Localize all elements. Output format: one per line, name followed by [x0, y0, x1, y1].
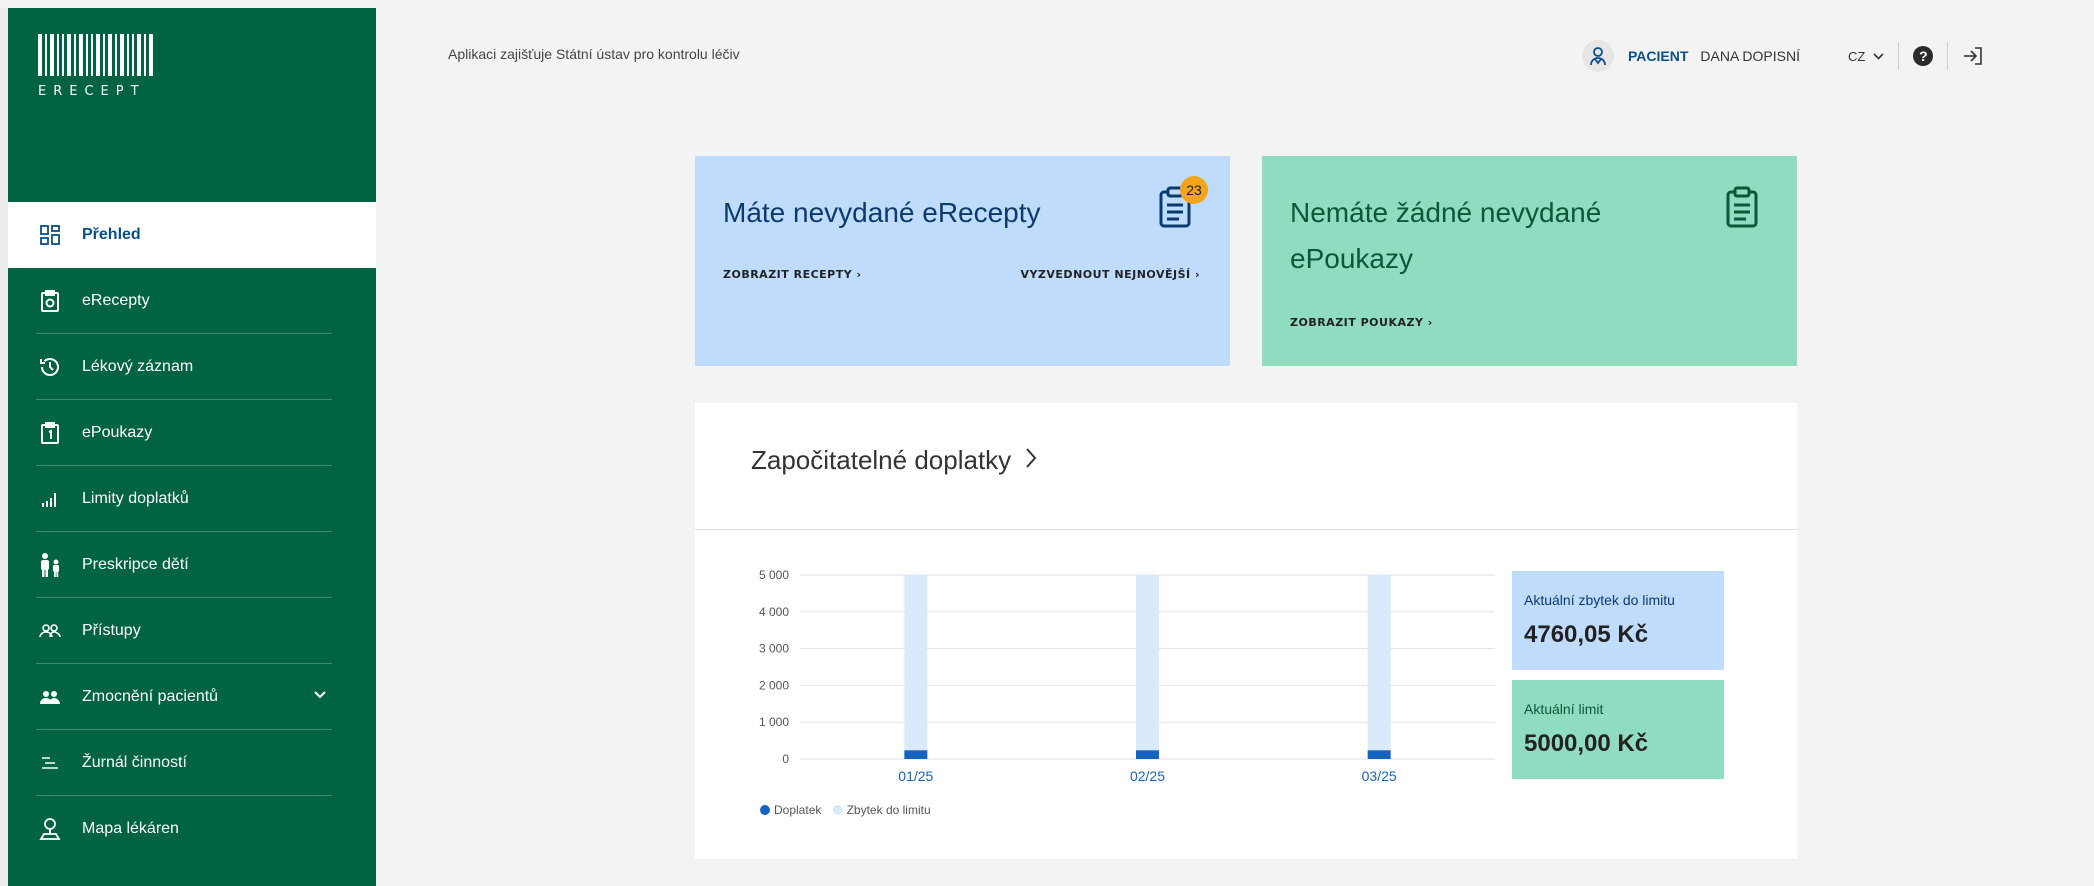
bar-segment: [904, 575, 928, 751]
user-name: DANA DOPISNÍ: [1700, 48, 1801, 64]
legend-label: Zbytek do limitu: [847, 803, 931, 817]
people-icon: [36, 617, 64, 645]
sidebar-item-label: Lékový záznam: [82, 358, 194, 375]
y-tick-label: 5 000: [759, 568, 789, 582]
remaining-limit-label: Aktuální zbytek do limitu: [1524, 592, 1675, 608]
dashboard-icon: [36, 221, 64, 249]
show-vouchers-label: ZOBRAZIT POUKAZY: [1290, 316, 1424, 329]
sidebar-item-label: Žurnál činností: [82, 754, 187, 771]
voucher-icon: [36, 419, 64, 447]
erecepty-card-title: Máte nevydané eRecepty: [723, 197, 1041, 228]
y-tick-label: 2 000: [759, 678, 789, 692]
bar-segment: [1367, 750, 1391, 759]
window-edge: [0, 8, 8, 886]
prescription-icon: [36, 287, 64, 315]
sidebar-item-epoukazy[interactable]: ePoukazy: [8, 400, 376, 466]
family-icon: [36, 551, 64, 579]
notification-badge: 23: [1180, 176, 1208, 204]
sidebar-item-erecepty[interactable]: eRecepty: [8, 268, 376, 334]
pick-newest-link[interactable]: VYZVEDNOUT NEJNOVĚJŠÍ ›: [1020, 268, 1200, 281]
sidebar-item-label: eRecepty: [82, 292, 150, 309]
x-tick-label: 02/25: [1130, 768, 1165, 784]
help-icon[interactable]: ?: [1913, 46, 1934, 66]
sidebar-item-label: Přehled: [82, 226, 141, 243]
current-limit-label: Aktuální limit: [1524, 701, 1604, 717]
patient-icon: [1582, 40, 1614, 72]
y-tick-label: 3 000: [759, 642, 789, 656]
sidebar-item-label: Limity doplatků: [82, 490, 189, 507]
y-tick-label: 1 000: [759, 715, 789, 729]
y-tick-label: 0: [782, 752, 789, 766]
x-tick-label: 03/25: [1362, 768, 1397, 784]
map-person-icon: [36, 815, 64, 843]
logo-text: ERECEPT: [38, 84, 146, 99]
history-icon: [36, 353, 64, 381]
sidebar-item-label: Zmocnění pacientů: [82, 688, 219, 705]
sidebar: ERECEPT Přehled eRecepty Lékový záznam e…: [8, 8, 376, 886]
sidebar-item-zurnal-cinnosti[interactable]: Žurnál činností: [8, 730, 376, 796]
show-prescriptions-link[interactable]: ZOBRAZIT RECEPTY ›: [723, 268, 862, 281]
current-limit-value: 5000,00 Kč: [1524, 730, 1649, 757]
copayments-panel: Započitatelné doplatky 01 000 2 000 3 000 4…: [695, 403, 1797, 859]
sidebar-item-label: Preskripce dětí: [82, 556, 189, 573]
sidebar-item-prehled[interactable]: Přehled: [8, 202, 376, 268]
sidebar-item-preskripce-deti[interactable]: Preskripce dětí: [8, 532, 376, 598]
header-note: Aplikaci zajišťuje Státní ústav pro kont…: [448, 46, 740, 62]
show-prescriptions-label: ZOBRAZIT RECEPTY: [723, 268, 853, 281]
copayments-chart: 0 1 000 2 000 3 000 4 000 5 000 01/25 02/25 03/2…: [759, 568, 1495, 817]
role-label: PACIENT: [1628, 48, 1689, 64]
bar-segment: [1367, 575, 1391, 751]
chevron-right-icon: ›: [856, 268, 862, 281]
current-limit-box: Aktuální limit 5000,00 Kč: [1512, 680, 1724, 779]
chevron-down-icon[interactable]: [314, 686, 326, 704]
legend-marker: [832, 805, 843, 815]
bar-segment: [1136, 750, 1159, 759]
sidebar-item-pristupy[interactable]: Přístupy: [8, 598, 376, 664]
bar-chart-icon: [36, 485, 64, 513]
header-user-area: PACIENT DANA DOPISNÍ CZ ?: [1582, 38, 1984, 74]
list-icon: [36, 749, 64, 777]
pick-newest-label: VYZVEDNOUT NEJNOVĚJŠÍ: [1020, 268, 1191, 281]
remaining-limit-value: 4760,05 Kč: [1524, 621, 1649, 648]
sidebar-item-limity-doplatku[interactable]: Limity doplatků: [8, 466, 376, 532]
language-label: CZ: [1848, 48, 1866, 64]
y-tick-label: 4 000: [759, 605, 789, 619]
epoukazy-card-title: Nemáte žádné nevydané ePoukazy: [1290, 197, 1602, 274]
show-vouchers-link[interactable]: ZOBRAZIT POUKAZY ›: [1290, 316, 1433, 329]
sidebar-item-mapa-lekaren[interactable]: Mapa lékáren: [8, 796, 376, 862]
group-icon: [36, 683, 64, 711]
chevron-right-icon: ›: [1427, 316, 1433, 329]
language-switcher[interactable]: CZ: [1848, 49, 1884, 64]
chevron-right-icon: ›: [1194, 268, 1200, 281]
remaining-limit-box: Aktuální zbytek do limitu 4760,05 Kč: [1512, 571, 1724, 670]
logout-icon[interactable]: [1962, 45, 1984, 67]
sidebar-nav: Přehled eRecepty Lékový záznam ePoukazy: [8, 202, 376, 862]
sidebar-item-label: ePoukazy: [82, 424, 153, 441]
legend-marker: [760, 805, 770, 815]
erecepty-card: Máte nevydané eRecepty 23 ZOBRAZIT RECEP…: [695, 156, 1230, 366]
sidebar-item-lekovy-zaznam[interactable]: Lékový záznam: [8, 334, 376, 400]
sidebar-item-zmocneni-pacientu[interactable]: Zmocnění pacientů: [8, 664, 376, 730]
epoukazy-card: Nemáte žádné nevydané ePoukazy ZOBRAZIT …: [1262, 156, 1797, 366]
bar-segment: [904, 750, 928, 759]
x-tick-label: 01/25: [898, 768, 933, 784]
sidebar-item-label: Mapa lékáren: [82, 820, 179, 837]
bar-segment: [1136, 575, 1159, 751]
legend-label: Doplatek: [774, 803, 822, 817]
barcode-icon: [38, 34, 153, 76]
clipboard-icon: [1725, 186, 1759, 233]
erecept-logo[interactable]: ERECEPT: [38, 34, 156, 99]
sidebar-item-label: Přístupy: [82, 622, 141, 639]
chevron-down-icon: [1873, 52, 1884, 60]
